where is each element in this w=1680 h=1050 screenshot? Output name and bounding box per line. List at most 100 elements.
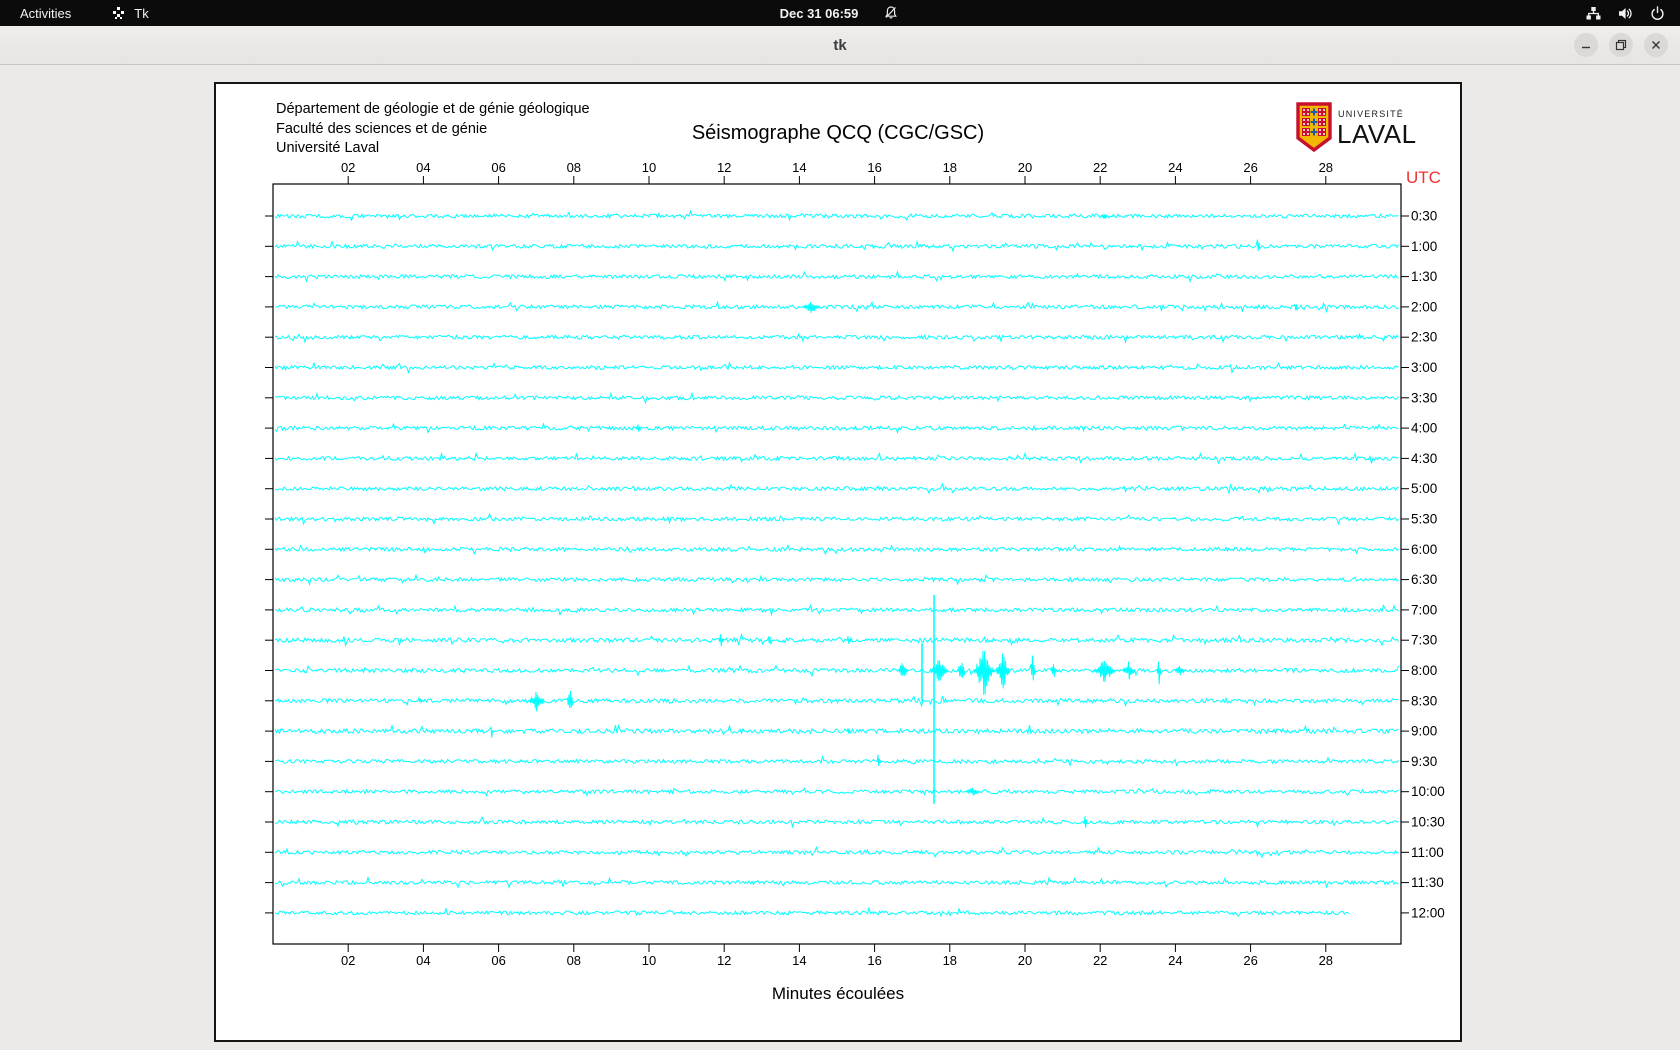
x-tick-label-bottom: 26 [1243, 953, 1257, 968]
close-button[interactable] [1644, 33, 1668, 57]
x-tick-label-top: 02 [341, 160, 355, 175]
row-time-label: 7:30 [1411, 633, 1437, 648]
utc-label: UTC [1406, 168, 1441, 187]
row-time-label: 8:00 [1411, 663, 1437, 678]
row-time-label: 5:00 [1411, 481, 1437, 496]
x-tick-label-top: 10 [642, 160, 656, 175]
tk-app-icon [109, 4, 127, 22]
plot-title: Séismographe QCQ (CGC/GSC) [691, 122, 985, 144]
power-icon[interactable] [1648, 4, 1666, 22]
window-title: tk [833, 36, 847, 54]
x-tick-label-top: 28 [1319, 160, 1333, 175]
trace-row [274, 690, 1399, 712]
row-time-label: 3:30 [1411, 390, 1437, 405]
row-time-label: 6:00 [1411, 542, 1437, 557]
volume-icon[interactable] [1616, 4, 1634, 22]
trace-row [274, 422, 1399, 435]
trace-row [274, 573, 1399, 587]
seismogram-plot: 02 02 04 04 06 06 08 08 10 10 12 12 14 14 16 16 18 18 20 20… [265, 160, 1445, 968]
trace-row [274, 723, 1399, 738]
row-time-label: 7:00 [1411, 602, 1437, 617]
row-time-label: 6:30 [1411, 572, 1437, 587]
gnome-top-bar: Activities Tk Dec 31 06:59 [0, 0, 1680, 26]
x-tick-label-top: 20 [1018, 160, 1032, 175]
app-menu[interactable]: Tk [109, 4, 149, 22]
x-tick-label-top: 26 [1243, 160, 1257, 175]
laval-shield-icon [1296, 102, 1332, 153]
row-time-label: 3:00 [1411, 360, 1437, 375]
trace-row [274, 482, 1399, 495]
trace-row [274, 875, 1399, 890]
trace-row [274, 239, 1399, 253]
x-tick-label-bottom: 02 [341, 953, 355, 968]
header-line-1: Département de géologie et de génie géol… [276, 101, 590, 117]
x-tick-label-top: 24 [1168, 160, 1182, 175]
minimize-button[interactable] [1574, 33, 1598, 57]
logo-line-1: UNIVERSITÉ [1338, 109, 1404, 119]
row-time-label: 12:00 [1411, 905, 1445, 920]
trace-row [274, 451, 1399, 465]
x-tick-label-bottom: 08 [567, 953, 581, 968]
trace-row [274, 754, 1399, 768]
x-tick-label-bottom: 28 [1319, 953, 1333, 968]
x-tick-label-bottom: 16 [867, 953, 881, 968]
window-titlebar: tk [0, 26, 1680, 65]
row-time-label: 5:30 [1411, 512, 1437, 527]
x-tick-label-top: 08 [567, 160, 581, 175]
activities-button[interactable]: Activities [16, 6, 75, 21]
row-time-label: 8:30 [1411, 693, 1437, 708]
trace-row [274, 512, 1399, 526]
x-tick-label-bottom: 04 [416, 953, 430, 968]
logo-line-2: LAVAL [1337, 119, 1417, 149]
row-time-label: 11:30 [1411, 875, 1444, 890]
trace-row [274, 300, 1399, 314]
row-time-label: 10:30 [1411, 815, 1445, 830]
row-time-label: 4:00 [1411, 421, 1437, 436]
x-tick-label-bottom: 24 [1168, 953, 1182, 968]
trace-row [274, 845, 1399, 859]
row-time-label: 11:00 [1411, 845, 1444, 860]
x-tick-label-top: 22 [1093, 160, 1107, 175]
network-wired-icon[interactable] [1584, 4, 1602, 22]
trace-row [274, 361, 1399, 375]
trace-row [274, 603, 1399, 617]
trace-row [274, 269, 1399, 284]
x-tick-label-top: 04 [416, 160, 430, 175]
x-tick-label-bottom: 14 [792, 953, 806, 968]
trace-row [274, 787, 1399, 798]
x-tick-label-top: 06 [491, 160, 505, 175]
row-time-label: 0:30 [1411, 209, 1437, 224]
row-time-label: 10:00 [1411, 784, 1445, 799]
x-tick-label-bottom: 18 [943, 953, 957, 968]
row-time-label: 4:30 [1411, 451, 1437, 466]
row-time-label: 9:30 [1411, 754, 1437, 769]
trace-row [274, 906, 1350, 918]
x-tick-label-bottom: 22 [1093, 953, 1107, 968]
trace-row [274, 650, 1399, 695]
trace-row [274, 632, 1399, 648]
x-tick-label-top: 12 [717, 160, 731, 175]
app-name: Tk [134, 5, 149, 21]
trace-row [274, 332, 1399, 344]
trace-row [274, 391, 1399, 405]
notifications-off-icon[interactable] [882, 4, 900, 22]
x-tick-label-bottom: 12 [717, 953, 731, 968]
x-tick-label-bottom: 20 [1018, 953, 1032, 968]
trace-row [274, 209, 1399, 222]
clock[interactable]: Dec 31 06:59 [780, 6, 859, 21]
laval-logo: UNIVERSITÉ LAVAL [1296, 102, 1426, 159]
row-time-label: 2:30 [1411, 330, 1437, 345]
maximize-button[interactable] [1609, 33, 1633, 57]
trace-row [274, 544, 1399, 556]
row-time-label: 9:00 [1411, 724, 1437, 739]
plot-box [272, 183, 1402, 945]
x-tick-label-top: 18 [943, 160, 957, 175]
x-tick-label-top: 14 [792, 160, 806, 175]
x-tick-label-top: 16 [867, 160, 881, 175]
x-axis-title: Minutes écoulées [771, 984, 905, 1003]
x-tick-label-bottom: 10 [642, 953, 656, 968]
x-tick-label-bottom: 06 [491, 953, 505, 968]
row-time-label: 2:00 [1411, 299, 1437, 314]
trace-row [274, 815, 1399, 829]
row-time-label: 1:30 [1411, 269, 1437, 284]
